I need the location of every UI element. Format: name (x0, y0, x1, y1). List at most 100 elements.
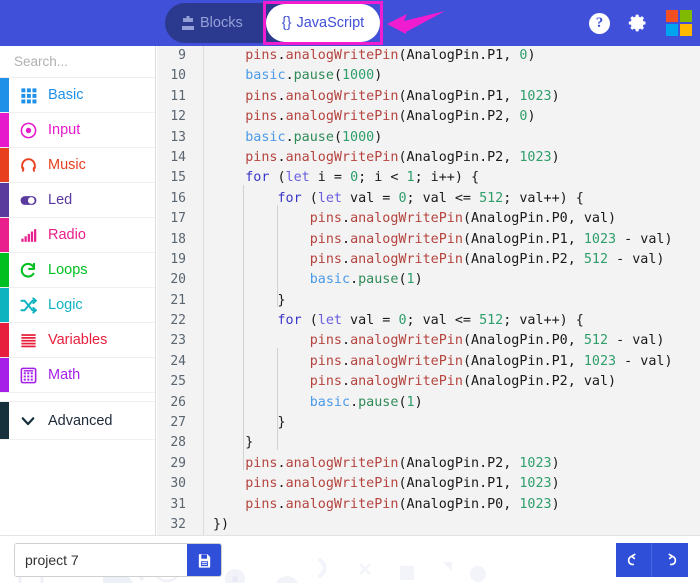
sidebar-item-label: Radio (48, 227, 86, 243)
code-line[interactable]: 29 pins.analogWritePin(AnalogPin.P2, 102… (157, 454, 700, 474)
code-token: AnalogPin (407, 476, 480, 491)
code-line-text[interactable]: } (195, 413, 286, 433)
code-token: } (213, 415, 286, 430)
code-line[interactable]: 12 pins.analogWritePin(AnalogPin.P2, 0) (157, 107, 700, 127)
code-line-text[interactable]: pins.analogWritePin(AnalogPin.P0, 512 - … (195, 331, 665, 351)
code-line-text[interactable]: pins.analogWritePin(AnalogPin.P0, 1023) (195, 495, 560, 515)
code-line[interactable]: 9 pins.analogWritePin(AnalogPin.P1, 0) (157, 46, 700, 66)
code-line[interactable]: 27 } (157, 413, 700, 433)
code-line-text[interactable]: pins.analogWritePin(AnalogPin.P1, 0) (195, 46, 536, 66)
code-line-text[interactable]: for (let val = 0; val <= 512; val++) { (195, 189, 584, 209)
project-name-input[interactable] (15, 544, 187, 576)
sidebar-item-variables[interactable]: Variables (0, 323, 155, 358)
code-token: ; val++) { (503, 191, 584, 206)
code-line-text[interactable]: pins.analogWritePin(AnalogPin.P1, 1023) (195, 87, 560, 107)
microsoft-logo-icon[interactable] (666, 10, 692, 36)
code-line[interactable]: 22 for (let val = 0; val <= 512; val++) … (157, 311, 700, 331)
code-line-text[interactable]: basic.pause(1000) (195, 66, 382, 86)
sidebar-item-led[interactable]: Led (0, 183, 155, 218)
sidebar-item-math[interactable]: Math (0, 358, 155, 393)
code-line[interactable]: 28 } (157, 433, 700, 453)
code-token: . (342, 333, 350, 348)
undo-redo-group[interactable] (616, 543, 688, 577)
redo-button[interactable] (652, 543, 688, 577)
code-token: pins (310, 211, 342, 226)
code-line[interactable]: 23 pins.analogWritePin(AnalogPin.P0, 512… (157, 331, 700, 351)
code-token: ) (552, 497, 560, 512)
sidebar-item-basic[interactable]: Basic (0, 78, 155, 113)
code-line[interactable]: 17 pins.analogWritePin(AnalogPin.P0, val… (157, 209, 700, 229)
sidebar-item-advanced[interactable]: Advanced (0, 402, 155, 440)
code-line-text[interactable]: pins.analogWritePin(AnalogPin.P2, val) (195, 372, 616, 392)
code-line[interactable]: 16 for (let val = 0; val <= 512; val++) … (157, 189, 700, 209)
code-token: ) (374, 68, 382, 83)
code-line-text[interactable]: } (195, 291, 286, 311)
code-token: . (544, 354, 552, 369)
code-token: 512 (479, 191, 503, 206)
tab-javascript[interactable]: {} JavaScript (266, 4, 380, 42)
javascript-code-editor[interactable]: 9 pins.analogWritePin(AnalogPin.P1, 0)10… (157, 46, 700, 535)
code-line-text[interactable]: basic.pause(1000) (195, 128, 382, 148)
code-line-text[interactable]: basic.pause(1) (195, 393, 423, 413)
code-line-text[interactable]: pins.analogWritePin(AnalogPin.P2, 1023) (195, 148, 560, 168)
code-line-text[interactable]: for (let i = 0; i < 1; i++) { (195, 168, 479, 188)
code-token: 1 (407, 170, 415, 185)
code-token: 512 (584, 252, 608, 267)
tab-blocks-label: Blocks (200, 15, 243, 31)
line-number: 23 (157, 331, 195, 351)
save-button[interactable] (187, 544, 221, 576)
sidebar-item-label: Math (48, 367, 80, 383)
sidebar-item-loops[interactable]: Loops (0, 253, 155, 288)
code-line-text[interactable]: }) (195, 515, 229, 535)
ms-square-blue (666, 24, 678, 36)
code-token: ( (398, 272, 406, 287)
toolbox-search-row[interactable] (0, 46, 155, 78)
undo-button[interactable] (616, 543, 652, 577)
code-line-text[interactable]: pins.analogWritePin(AnalogPin.P1, 1023) (195, 474, 560, 494)
code-line[interactable]: 14 pins.analogWritePin(AnalogPin.P2, 102… (157, 148, 700, 168)
code-line[interactable]: 24 pins.analogWritePin(AnalogPin.P1, 102… (157, 352, 700, 372)
code-line[interactable]: 15 for (let i = 0; i < 1; i++) { (157, 168, 700, 188)
code-line[interactable]: 30 pins.analogWritePin(AnalogPin.P1, 102… (157, 474, 700, 494)
line-number: 32 (157, 515, 195, 535)
code-token (213, 191, 278, 206)
code-line[interactable]: 19 pins.analogWritePin(AnalogPin.P2, 512… (157, 250, 700, 270)
code-line[interactable]: 31 pins.analogWritePin(AnalogPin.P0, 102… (157, 495, 700, 515)
code-line[interactable]: 32}) (157, 515, 700, 535)
code-token: pause (358, 272, 398, 287)
code-line[interactable]: 20 basic.pause(1) (157, 270, 700, 290)
code-token: , val) (568, 374, 616, 389)
sidebar-item-logic[interactable]: Logic (0, 288, 155, 323)
line-number: 22 (157, 311, 195, 331)
tab-blocks[interactable]: Blocks (165, 3, 269, 43)
code-line[interactable]: 13 basic.pause(1000) (157, 128, 700, 148)
code-token: pins (245, 150, 277, 165)
project-name-group[interactable] (14, 543, 222, 577)
sidebar-item-music[interactable]: Music (0, 148, 155, 183)
code-line[interactable]: 26 basic.pause(1) (157, 393, 700, 413)
gear-icon[interactable] (628, 13, 648, 33)
sidebar-item-label: Basic (48, 87, 83, 103)
sidebar-item-input[interactable]: Input (0, 113, 155, 148)
code-line-text[interactable]: pins.analogWritePin(AnalogPin.P2, 512 - … (195, 250, 665, 270)
code-token: P2 (552, 374, 568, 389)
code-line-text[interactable]: pins.analogWritePin(AnalogPin.P0, val) (195, 209, 616, 229)
sidebar-item-radio[interactable]: Radio (0, 218, 155, 253)
code-line-text[interactable]: pins.analogWritePin(AnalogPin.P2, 1023) (195, 454, 560, 474)
code-line[interactable]: 21 } (157, 291, 700, 311)
code-line-text[interactable]: basic.pause(1) (195, 270, 423, 290)
code-line[interactable]: 18 pins.analogWritePin(AnalogPin.P1, 102… (157, 230, 700, 250)
code-line-text[interactable]: pins.analogWritePin(AnalogPin.P2, 0) (195, 107, 536, 127)
code-line[interactable]: 11 pins.analogWritePin(AnalogPin.P1, 102… (157, 87, 700, 107)
code-line-text[interactable]: pins.analogWritePin(AnalogPin.P1, 1023 -… (195, 230, 673, 250)
code-line-text[interactable]: } (195, 433, 253, 453)
help-icon[interactable]: ? (589, 13, 610, 34)
code-token: , (503, 150, 519, 165)
sidebar-item-label: Loops (48, 262, 88, 278)
code-line-text[interactable]: pins.analogWritePin(AnalogPin.P1, 1023 -… (195, 352, 673, 372)
code-line[interactable]: 25 pins.analogWritePin(AnalogPin.P2, val… (157, 372, 700, 392)
code-line-text[interactable]: for (let val = 0; val <= 512; val++) { (195, 311, 584, 331)
search-input[interactable] (14, 54, 156, 69)
code-line[interactable]: 10 basic.pause(1000) (157, 66, 700, 86)
code-token: ) (527, 48, 535, 63)
